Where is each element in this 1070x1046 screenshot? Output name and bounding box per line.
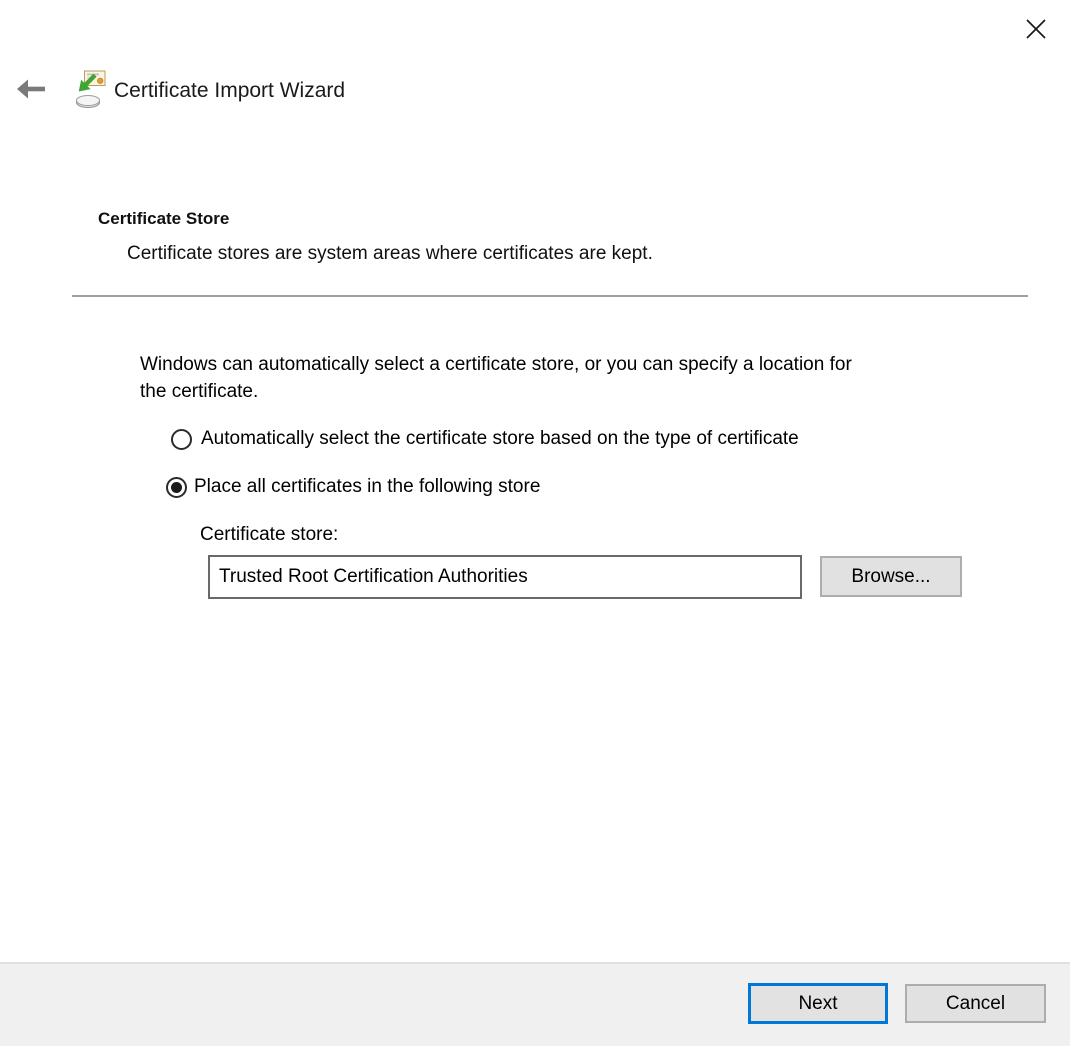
radio-option-place-all[interactable]: Place all certificates in the following … bbox=[166, 476, 540, 498]
certificate-store-label: Certificate store: bbox=[200, 524, 338, 546]
section-heading: Certificate Store bbox=[98, 209, 229, 229]
radio-button-icon bbox=[171, 429, 192, 450]
next-button[interactable]: Next bbox=[748, 983, 888, 1024]
radio-option-automatic[interactable]: Automatically select the certificate sto… bbox=[171, 428, 799, 450]
radio-option-place-all-label: Place all certificates in the following … bbox=[194, 476, 540, 498]
radio-button-selected-icon bbox=[166, 477, 187, 498]
certificate-import-icon bbox=[76, 70, 106, 115]
close-button[interactable] bbox=[1014, 10, 1058, 50]
browse-button[interactable]: Browse... bbox=[820, 556, 962, 597]
radio-option-automatic-label: Automatically select the certificate sto… bbox=[201, 428, 799, 450]
intro-line-1: Windows can automatically select a certi… bbox=[140, 351, 852, 378]
close-icon bbox=[1025, 18, 1047, 43]
intro-line-2: the certificate. bbox=[140, 378, 852, 405]
wizard-title: Certificate Import Wizard bbox=[114, 78, 345, 104]
certificate-import-wizard-dialog: { "window": { "close_icon": "close-icon … bbox=[0, 0, 1070, 1046]
certificate-store-input[interactable] bbox=[208, 555, 802, 599]
intro-paragraph: Windows can automatically select a certi… bbox=[140, 351, 852, 405]
section-divider bbox=[72, 295, 1028, 297]
back-arrow-icon bbox=[16, 78, 46, 103]
back-button[interactable] bbox=[12, 74, 50, 106]
cancel-button[interactable]: Cancel bbox=[905, 984, 1046, 1023]
section-description: Certificate stores are system areas wher… bbox=[127, 243, 653, 265]
